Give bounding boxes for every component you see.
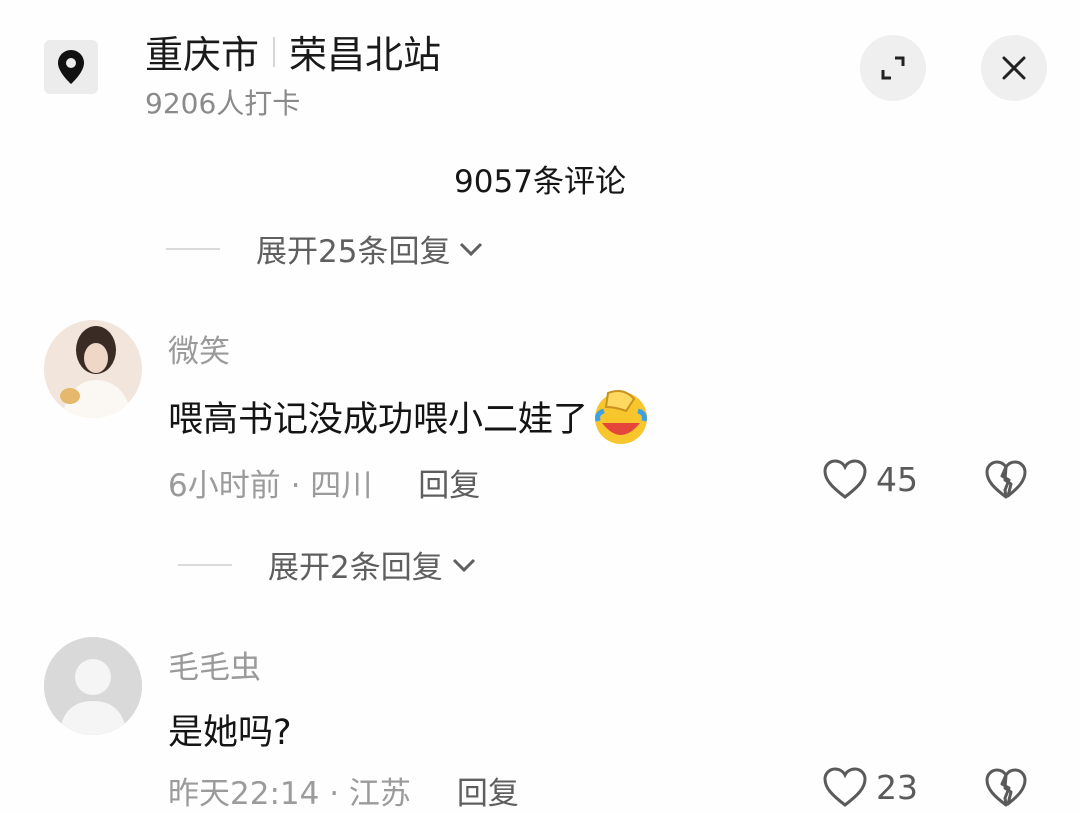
like-count: 23 [876, 767, 918, 807]
comment-text: 喂高书记没成功喂小二娃了 [168, 385, 652, 447]
close-button[interactable] [981, 35, 1047, 101]
location-title[interactable]: 重庆市 荣昌北站 [145, 24, 441, 79]
location-pin-icon [58, 50, 84, 84]
comment-body: 喂高书记没成功喂小二娃了 [168, 399, 589, 440]
expand-replies-top[interactable]: 展开25条回复 [166, 226, 484, 271]
dislike-button[interactable] [984, 460, 1028, 504]
chevron-down-icon [451, 556, 477, 574]
comment-time-location: 昨天22:14 · 江苏 [168, 776, 411, 812]
close-icon [1002, 56, 1026, 80]
comment-meta: 昨天22:14 · 江苏 回复 [168, 768, 519, 813]
divider-line [166, 247, 220, 250]
like-button[interactable]: 45 [822, 458, 918, 500]
place-name: 荣昌北站 [289, 33, 442, 77]
broken-heart-icon [985, 460, 1027, 499]
comment-text: 是她吗? [168, 704, 292, 755]
broken-heart-icon [985, 768, 1027, 807]
expand-button[interactable] [860, 35, 926, 101]
reply-button[interactable]: 回复 [418, 460, 480, 505]
expand-replies-label: 展开25条回复 [256, 234, 451, 270]
expand-replies-label: 展开2条回复 [268, 550, 443, 586]
comment-time-location: 6小时前 · 四川 [168, 468, 373, 504]
comment-body: 是她吗? [168, 713, 292, 753]
avatar[interactable] [44, 637, 142, 735]
comment-username[interactable]: 毛毛虫 [168, 642, 261, 687]
title-divider [273, 36, 276, 67]
chevron-down-icon [458, 240, 484, 258]
expand-icon [881, 56, 905, 80]
divider-line [178, 563, 232, 566]
like-button[interactable]: 23 [822, 766, 918, 808]
like-count: 45 [876, 459, 918, 499]
scroll-mask [0, 196, 1080, 232]
default-avatar-icon [44, 637, 142, 735]
reply-button[interactable]: 回复 [457, 768, 519, 813]
comment-username[interactable]: 微笑 [168, 326, 230, 371]
heart-icon [823, 767, 867, 807]
heart-icon [823, 459, 867, 499]
location-icon-box [44, 40, 98, 94]
facepalm-laugh-emoji-icon [595, 390, 648, 444]
expand-replies[interactable]: 展开2条回复 [178, 542, 477, 587]
comment-meta: 6小时前 · 四川 回复 [168, 460, 480, 505]
checkin-count: 9206人打卡 [145, 87, 301, 120]
comment-count: 9057条评论 [454, 164, 626, 200]
dislike-button[interactable] [984, 768, 1028, 812]
avatar[interactable] [44, 320, 142, 418]
city-name: 重庆市 [145, 33, 260, 77]
